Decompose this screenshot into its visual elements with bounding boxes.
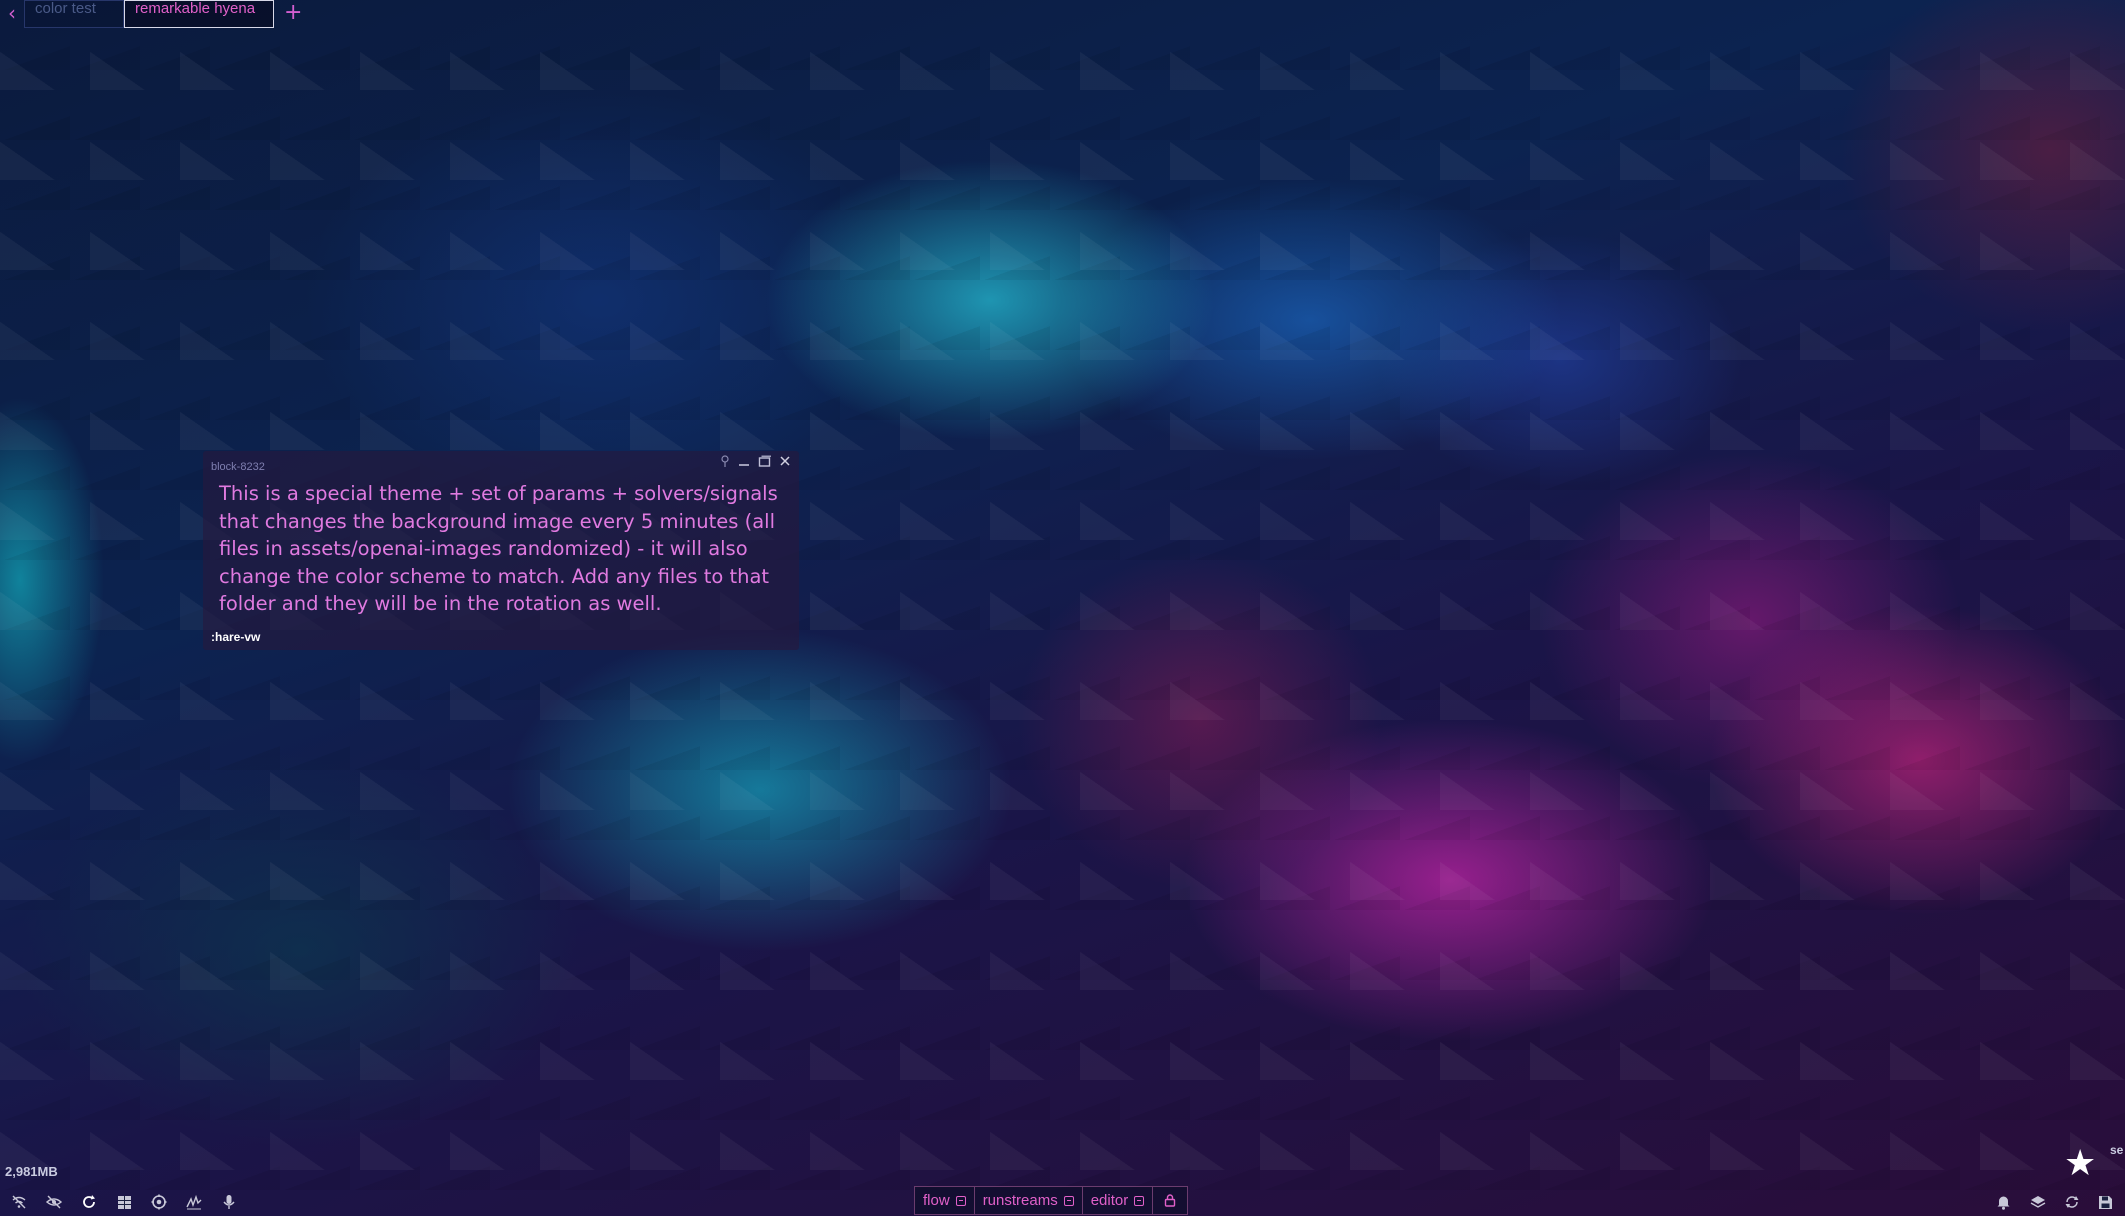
- add-tab-button[interactable]: +: [274, 0, 312, 26]
- block-id: block-8232: [211, 461, 265, 473]
- grid-icon[interactable]: [115, 1193, 133, 1211]
- tab-remarkable-hyena[interactable]: remarkable hyena: [124, 0, 274, 28]
- block-text[interactable]: This is a special theme + set of params …: [219, 480, 787, 618]
- memory-usage: 2,981MB: [5, 1164, 58, 1179]
- tab-color-test[interactable]: color test: [24, 0, 124, 28]
- block-footer-label: :hare-vw: [211, 630, 261, 644]
- refresh-icon[interactable]: [80, 1193, 98, 1211]
- tab-editor[interactable]: editor: [1081, 1186, 1153, 1215]
- sync-icon[interactable]: [2063, 1193, 2080, 1211]
- open-panel-icon: [955, 1195, 966, 1206]
- open-panel-icon: [1134, 1195, 1145, 1206]
- bottom-right-toolbar: [1995, 1193, 2114, 1211]
- settings-icon[interactable]: [150, 1193, 168, 1211]
- maximize-icon[interactable]: [758, 455, 771, 472]
- tab-bar: ‹ color test remarkable hyena +: [0, 0, 312, 30]
- eye-off-icon[interactable]: [45, 1193, 63, 1211]
- block-controls: [720, 455, 791, 472]
- tab-label: runstreams: [982, 1192, 1058, 1209]
- chevron-left-icon[interactable]: ‹: [0, 0, 24, 28]
- microphone-icon[interactable]: [220, 1193, 238, 1211]
- corner-label: se: [2110, 1143, 2124, 1157]
- note-block[interactable]: block-8232 This is a special theme + set…: [203, 451, 799, 650]
- tab-label: editor: [1090, 1192, 1129, 1209]
- close-icon[interactable]: [779, 455, 791, 472]
- open-panel-icon: [1063, 1195, 1074, 1206]
- tab-runstreams[interactable]: runstreams: [973, 1186, 1082, 1215]
- save-icon[interactable]: [2097, 1193, 2114, 1211]
- lock-button[interactable]: [1152, 1186, 1189, 1215]
- star-icon[interactable]: ★: [2064, 1146, 2096, 1182]
- pin-icon[interactable]: [720, 455, 730, 472]
- wifi-off-icon[interactable]: [10, 1193, 28, 1211]
- block-header[interactable]: block-8232: [211, 455, 791, 473]
- bell-icon[interactable]: [1995, 1193, 2012, 1211]
- bottom-panel-tabs: flow runstreams editor: [914, 1186, 1189, 1215]
- signature-icon[interactable]: [185, 1193, 203, 1211]
- tab-flow[interactable]: flow: [914, 1186, 974, 1215]
- layers-icon[interactable]: [2029, 1193, 2046, 1211]
- bottom-left-toolbar: [10, 1193, 238, 1211]
- lock-icon: [1165, 1194, 1176, 1207]
- minimize-icon[interactable]: [738, 455, 750, 472]
- tab-label: flow: [923, 1192, 950, 1209]
